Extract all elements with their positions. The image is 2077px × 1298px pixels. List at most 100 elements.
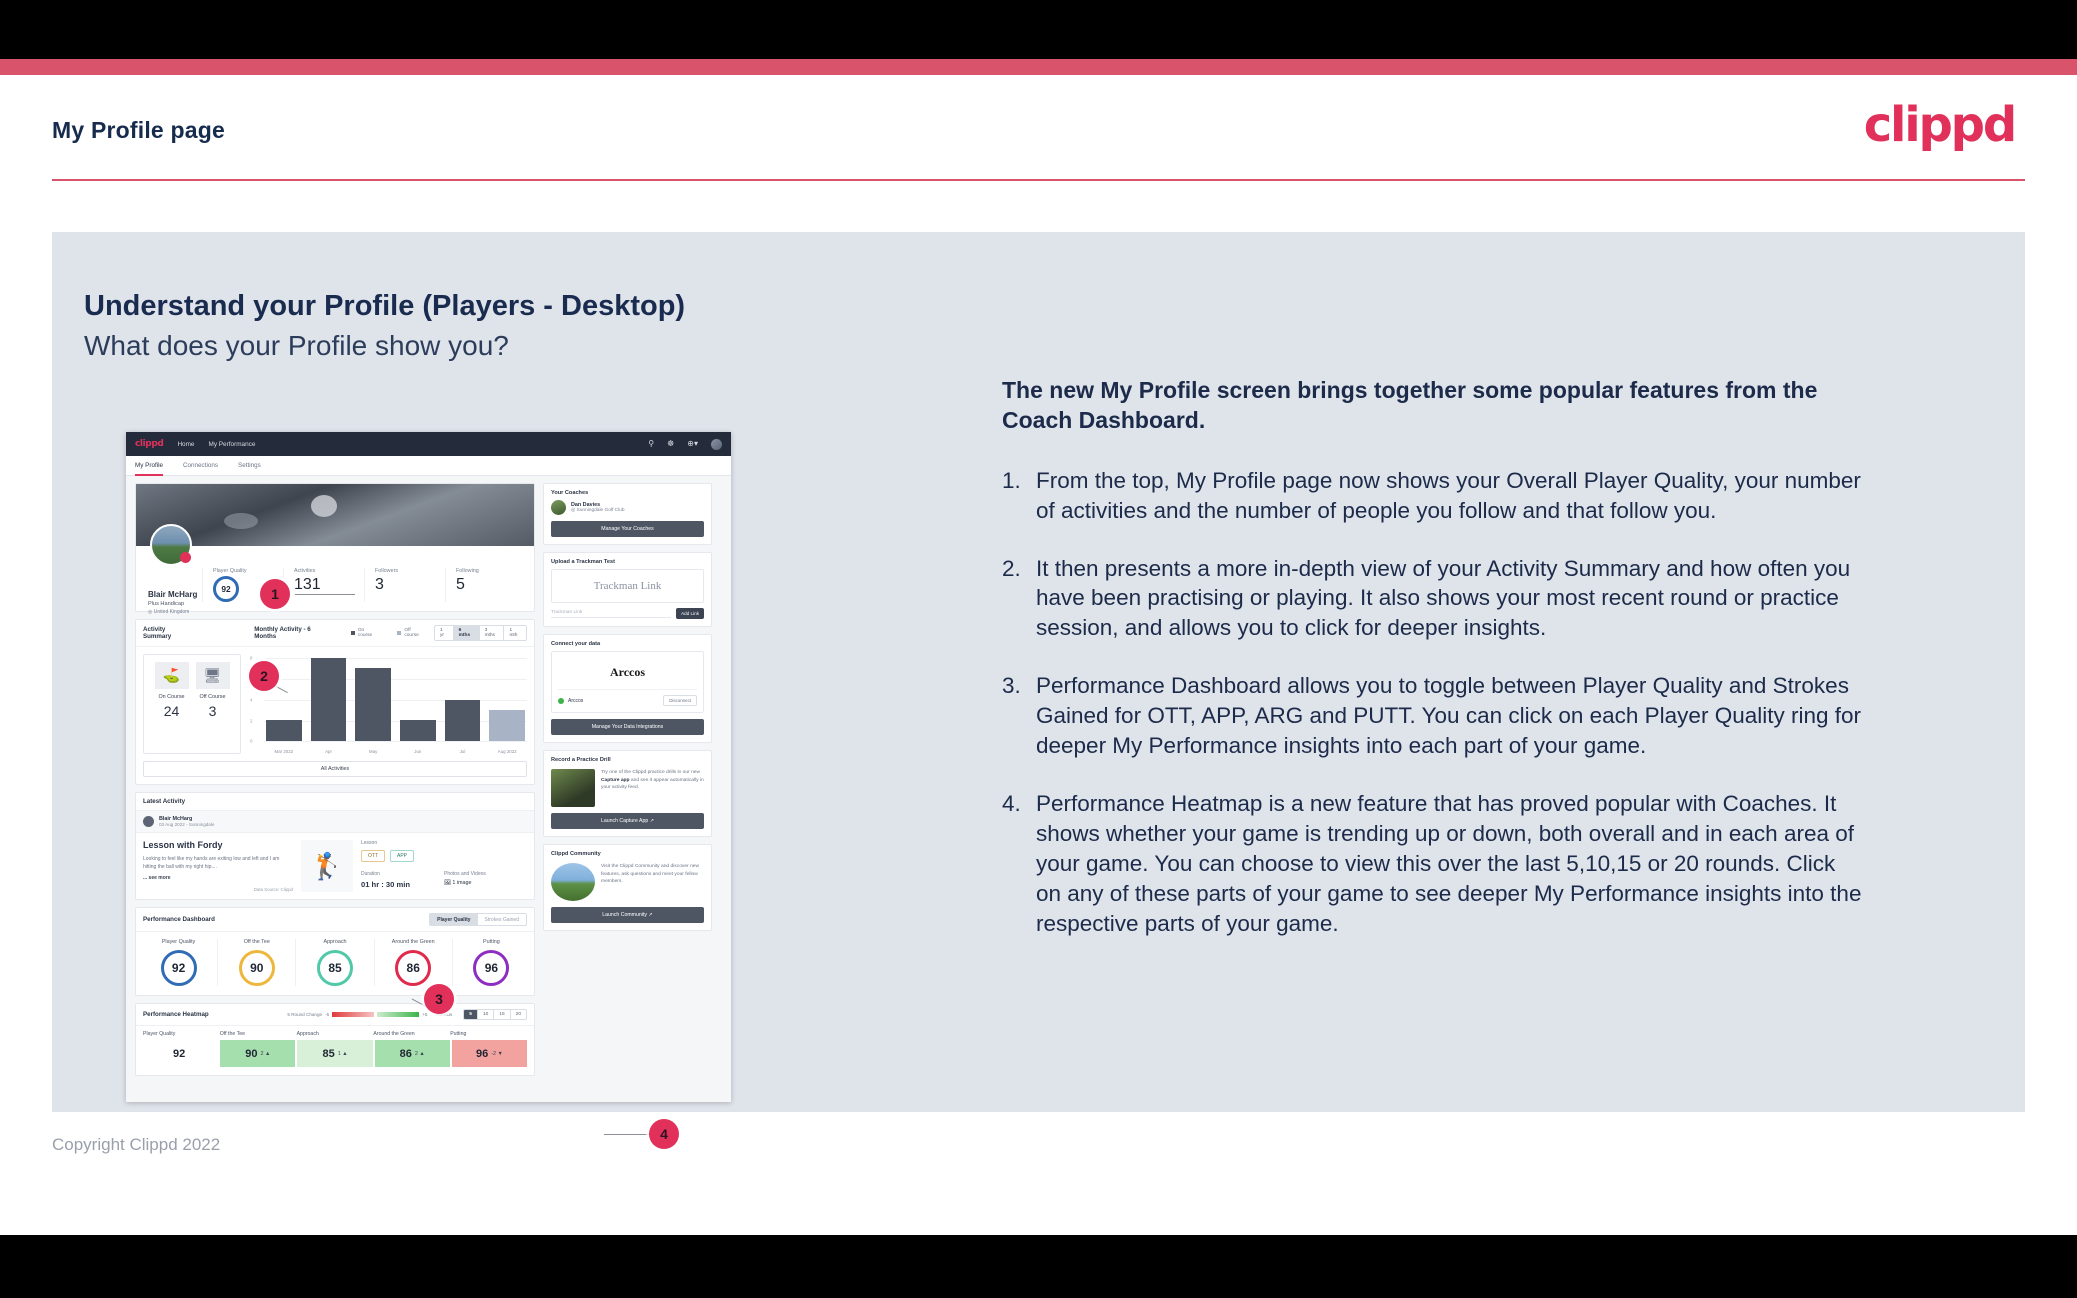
y-tick: 0 — [250, 738, 253, 744]
heatmap-scale: 5 Round Change -5 +5 Rounds 5 10 15 20 — [287, 1009, 527, 1020]
coach-club: ◎ Sunningdale Golf Club — [571, 508, 625, 513]
monthly-activity-chart: 8 6 4 2 0 — [250, 654, 527, 754]
practice-promo: Try one of the Clippd practice drills in… — [551, 767, 704, 813]
golf-flag-icon: ⛳ — [154, 662, 189, 689]
all-activities-button[interactable]: All Activities — [143, 761, 527, 777]
activity-author: Blair McHarg 03 Aug 2022 - Sunningdale — [136, 811, 534, 833]
heatmap-cell-off-the-tee[interactable]: 90 2 ▲ — [220, 1040, 296, 1067]
heatmap-cell-putting[interactable]: 96 -2 ▼ — [451, 1040, 528, 1067]
callout-marker-2[interactable]: 2 — [249, 661, 279, 691]
app-logo[interactable]: clippd — [135, 439, 164, 449]
callout-line-4 — [604, 1134, 654, 1135]
disconnect-button[interactable]: Disconnect — [663, 695, 697, 706]
bar-column — [400, 658, 436, 741]
performance-heatmap-card: Performance Heatmap 5 Round Change -5 +5… — [135, 1003, 535, 1076]
golf-swing-icon: 🏌 — [301, 840, 353, 892]
see-more-link[interactable]: ... see more — [143, 875, 293, 881]
ring-value: 85 — [317, 950, 353, 986]
activity-description: Looking to feel like my hands are exitin… — [143, 856, 280, 870]
ring-cell-putting[interactable]: Putting 96 — [451, 939, 530, 986]
profile-identity: Blair McHarg Plus Handicap ◎ United King… — [148, 590, 218, 615]
add-icon[interactable]: ⊕▾ — [687, 440, 698, 448]
ring-cell-player-quality[interactable]: Player Quality 92 — [140, 939, 217, 986]
author-avatar — [143, 816, 154, 827]
community-icon[interactable]: ☸ — [667, 440, 674, 448]
launch-capture-app-button[interactable]: Launch Capture App ↗ — [551, 813, 704, 829]
metric-toggle: Player Quality Strokes Gained — [429, 913, 527, 926]
callout-marker-4[interactable]: 4 — [649, 1119, 679, 1149]
toggle-strokes-gained[interactable]: Strokes Gained — [478, 914, 526, 925]
manage-data-integrations-button[interactable]: Manage Your Data Integrations — [551, 719, 704, 735]
nav-link-my-performance[interactable]: My Performance — [209, 441, 256, 448]
rounds-option-10[interactable]: 10 — [476, 1010, 493, 1019]
ring-cell-around-the-green[interactable]: Around the Green 86 — [373, 939, 452, 986]
tab-connections[interactable]: Connections — [183, 456, 218, 476]
x-tick: Apr — [325, 749, 332, 754]
letterbox-top — [0, 0, 2077, 59]
slide-root: My Profile page clippd Understand your P… — [0, 0, 2077, 1298]
heatmap-cell-around-the-green[interactable]: 86 2 ▲ — [374, 1040, 450, 1067]
heatmap-cell-approach[interactable]: 85 1 ▲ — [297, 1040, 373, 1067]
app-main-column: Blair McHarg Plus Handicap ◎ United King… — [135, 483, 535, 1093]
callout-marker-3[interactable]: 3 — [424, 984, 454, 1014]
add-link-button[interactable]: Add Link — [676, 608, 704, 619]
practice-promo-text: Try one of the Clippd practice drills in… — [601, 770, 704, 791]
heatmap-cell-player-quality[interactable]: 92 — [143, 1040, 219, 1067]
activity-tags: OTT APP — [361, 850, 527, 862]
arccos-logo: Arccos — [609, 665, 646, 679]
your-coaches-title: Your Coaches — [551, 490, 589, 496]
capture-app-image — [551, 769, 595, 807]
range-option-1yr[interactable]: 1 yr — [435, 626, 453, 640]
nav-link-home[interactable]: Home — [177, 441, 194, 448]
practice-drill-title: Record a Practice Drill — [551, 757, 611, 763]
legend-on-course: On course — [350, 628, 380, 638]
trackman-input-row: Trackman Link Add Link — [551, 608, 704, 619]
stat-label: Activities — [294, 568, 316, 574]
ring-cell-off-the-tee[interactable]: Off the Tee 90 — [217, 939, 295, 986]
list-number: 2. — [1002, 555, 1021, 581]
latest-activity-title: Latest Activity — [136, 793, 534, 811]
trackman-link-input[interactable]: Trackman Link — [551, 610, 672, 618]
list-item: 2. It then presents a more in-depth view… — [1002, 554, 1862, 644]
range-option-6mths[interactable]: 6 mths — [452, 626, 479, 640]
heatmap-value: 90 — [245, 1047, 258, 1060]
tab-settings[interactable]: Settings — [238, 456, 261, 476]
connect-data-body: Arccos Arccos Disconnect Manage Your Dat… — [544, 651, 711, 742]
header-divider — [52, 179, 2025, 181]
rounds-option-15[interactable]: 15 — [493, 1010, 509, 1019]
heatmap-value: 96 — [475, 1047, 489, 1060]
launch-community-button[interactable]: Launch Community ↗ — [551, 907, 704, 923]
coach-item[interactable]: Dan Davies ◎ Sunningdale Golf Club — [551, 500, 704, 515]
rounds-option-5[interactable]: 5 — [464, 1010, 477, 1019]
ring-cell-approach[interactable]: Approach 85 — [295, 939, 373, 986]
arccos-status-row: Arccos Disconnect — [558, 689, 697, 706]
bar-column — [310, 658, 347, 741]
rounds-option-20[interactable]: 20 — [509, 1010, 526, 1019]
ring-label: Player Quality — [161, 939, 196, 945]
heatmap-delta: 1 ▲ — [337, 1050, 348, 1057]
heatmap-value: 92 — [172, 1047, 186, 1060]
practice-drill-body: Try one of the Clippd practice drills in… — [544, 767, 711, 836]
profile-location: ◎ United Kingdom — [148, 609, 190, 615]
stat-following: Following 5 — [445, 568, 526, 602]
callout-marker-1[interactable]: 1 — [260, 579, 290, 609]
footer-copyright: Copyright Clippd 2022 — [52, 1135, 221, 1154]
tab-my-profile[interactable]: My Profile — [135, 456, 163, 476]
x-tick: Mar 2022 — [274, 749, 294, 754]
range-option-3mths[interactable]: 3 mths — [478, 626, 504, 640]
performance-dashboard-card: Performance Dashboard Player Quality Str… — [135, 907, 535, 996]
avatar-icon[interactable] — [711, 438, 722, 450]
range-option-1mth[interactable]: 1 mth — [503, 626, 526, 640]
heatmap-labels: Player Quality Off the Tee Approach Arou… — [136, 1026, 534, 1037]
toggle-player-quality[interactable]: Player Quality — [430, 914, 478, 925]
activity-type-label: Lesson — [361, 840, 378, 846]
tag-app[interactable]: APP — [390, 850, 415, 862]
heatmap-label: Putting — [450, 1031, 467, 1037]
performance-heatmap-header: Performance Heatmap 5 Round Change -5 +5… — [136, 1004, 534, 1026]
tag-ott[interactable]: OTT — [361, 850, 385, 862]
search-icon[interactable]: ⚲ — [648, 440, 654, 448]
x-tick: May — [369, 749, 378, 754]
trackman-placeholder: Trackman Link — [551, 569, 704, 603]
performance-rings-row: Player Quality 92 Off the Tee 90 Approac… — [136, 932, 534, 995]
manage-coaches-button[interactable]: Manage Your Coaches — [551, 521, 704, 537]
